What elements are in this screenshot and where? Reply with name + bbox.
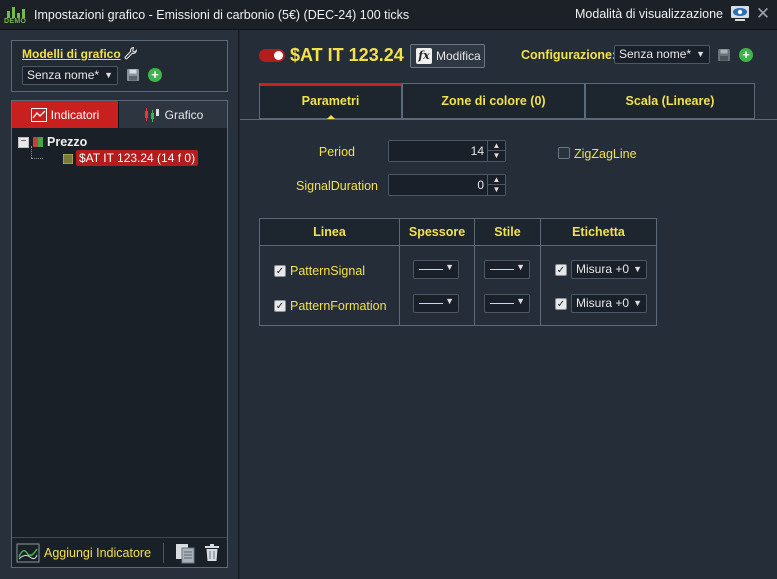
indicators-tab-icon	[30, 107, 47, 122]
add-indicator-button[interactable]: Aggiungi Indicatore	[44, 546, 151, 560]
indicator-title: $AT IT 123.24	[290, 45, 404, 65]
demo-label: DEMO	[4, 17, 27, 25]
view-mode-label[interactable]: Modalità di visualizzazione	[575, 7, 723, 21]
zigzag-label: ZigZagLine	[574, 147, 637, 161]
pattern-signal-label-checkbox[interactable]: ✓	[555, 264, 567, 276]
modify-button-label: Modifica	[436, 49, 481, 63]
lines-table-header: Linea Spessore Stile Etichetta	[260, 219, 656, 246]
signal-up-arrow[interactable]: ▲	[488, 175, 505, 185]
wrench-icon[interactable]	[124, 46, 138, 60]
window-title: Impostazioni grafico - Emissioni di carb…	[34, 7, 410, 22]
settings-tabs: Parametri Zone di colore (0) Scala (Line…	[259, 83, 755, 119]
config-select[interactable]: Senza nome* ▼	[614, 45, 710, 64]
tree-node-price-label: Prezzo	[47, 135, 88, 149]
tree-connector	[31, 146, 32, 158]
app-logo: DEMO	[4, 2, 30, 28]
lines-table: Linea Spessore Stile Etichetta ✓ Pattern…	[259, 218, 657, 326]
tab-scale[interactable]: Scala (Lineare)	[585, 83, 755, 119]
pattern-formation-label: PatternFormation	[290, 299, 387, 313]
right-panel: $AT IT 123.24 fx Modifica Configurazione…	[240, 30, 777, 579]
trash-icon[interactable]	[204, 543, 220, 562]
pattern-formation-style-select[interactable]: ▼	[484, 294, 530, 313]
tree-node-price[interactable]: − Prezzo	[18, 133, 87, 151]
tab-indicators-label: Indicatori	[50, 107, 100, 122]
chart-tab-icon	[144, 107, 159, 122]
indicator-tree: − Prezzo	[18, 133, 87, 151]
column-divider	[540, 219, 541, 325]
add-indicator-icon[interactable]	[16, 543, 40, 563]
header-line: Linea	[313, 225, 346, 239]
period-down-arrow[interactable]: ▼	[488, 151, 505, 161]
left-footer: Aggiungi Indicatore	[12, 537, 227, 567]
fx-icon: fx	[416, 48, 432, 64]
tab-divider	[240, 119, 777, 120]
period-input[interactable]: 14 ▲ ▼	[388, 140, 506, 162]
save-icon[interactable]	[126, 68, 140, 82]
pattern-formation-label-select[interactable]: Misura +0 ▼	[571, 294, 647, 313]
signal-duration-input[interactable]: 0 ▲ ▼	[388, 174, 506, 196]
price-icon	[33, 137, 43, 147]
title-bar: DEMO Impostazioni grafico - Emissioni di…	[0, 0, 777, 30]
tab-parameters[interactable]: Parametri	[259, 83, 402, 119]
tab-chart-label: Grafico	[164, 107, 204, 122]
tab-color-zones[interactable]: Zone di colore (0)	[402, 83, 585, 119]
indicator-icon	[63, 154, 73, 164]
column-divider	[399, 219, 400, 325]
add-model-icon[interactable]: +	[148, 68, 162, 82]
tab-chart[interactable]: Grafico	[119, 101, 227, 128]
pattern-signal-label-select[interactable]: Misura +0 ▼	[571, 260, 647, 279]
models-select[interactable]: Senza nome* ▼	[22, 66, 118, 85]
signal-duration-label: SignalDuration	[296, 179, 378, 193]
chart-models-box: Modelli di grafico Senza nome* ▼ +	[11, 40, 228, 92]
tree-node-indicator[interactable]: $AT IT 123.24 (14 f 0)	[76, 150, 199, 166]
copy-icon[interactable]	[174, 542, 196, 564]
period-label: Period	[318, 145, 355, 159]
pattern-formation-thickness-select[interactable]: ▼	[413, 294, 459, 313]
chart-models-title[interactable]: Modelli di grafico	[22, 47, 121, 61]
pattern-signal-thickness-select[interactable]: ▼	[413, 260, 459, 279]
eye-icon[interactable]	[729, 4, 751, 24]
signal-down-arrow[interactable]: ▼	[488, 185, 505, 195]
pattern-formation-checkbox[interactable]: ✓	[274, 300, 286, 312]
tab-indicators[interactable]: Indicatori	[12, 101, 119, 128]
period-up-arrow[interactable]: ▲	[488, 141, 505, 151]
add-config-icon[interactable]: +	[739, 48, 753, 62]
pattern-formation-label-checkbox[interactable]: ✓	[555, 298, 567, 310]
header-label: Etichetta	[572, 225, 625, 239]
config-save-icon[interactable]	[717, 48, 731, 62]
header-thickness: Spessore	[408, 225, 466, 239]
left-panel: Modelli di grafico Senza nome* ▼ + Indica…	[0, 30, 239, 579]
pattern-signal-label: PatternSignal	[290, 264, 366, 278]
config-label: Configurazione:	[521, 48, 617, 62]
tree-connector	[31, 158, 43, 159]
period-value: 14	[470, 144, 484, 158]
footer-divider	[163, 542, 165, 563]
pattern-signal-style-select[interactable]: ▼	[484, 260, 530, 279]
modify-button[interactable]: fx Modifica	[410, 44, 485, 68]
indicator-tree-box: Indicatori Grafico − Prezzo $AT IT 123.2…	[11, 100, 228, 568]
close-icon[interactable]: ✕	[755, 4, 771, 24]
column-divider	[474, 219, 475, 325]
pattern-signal-checkbox[interactable]: ✓	[274, 265, 286, 277]
header-style: Stile	[494, 225, 521, 239]
zigzag-checkbox[interactable]	[558, 147, 570, 159]
collapse-icon[interactable]: −	[18, 136, 29, 148]
indicator-toggle[interactable]	[259, 49, 285, 62]
signal-duration-value: 0	[477, 178, 484, 192]
